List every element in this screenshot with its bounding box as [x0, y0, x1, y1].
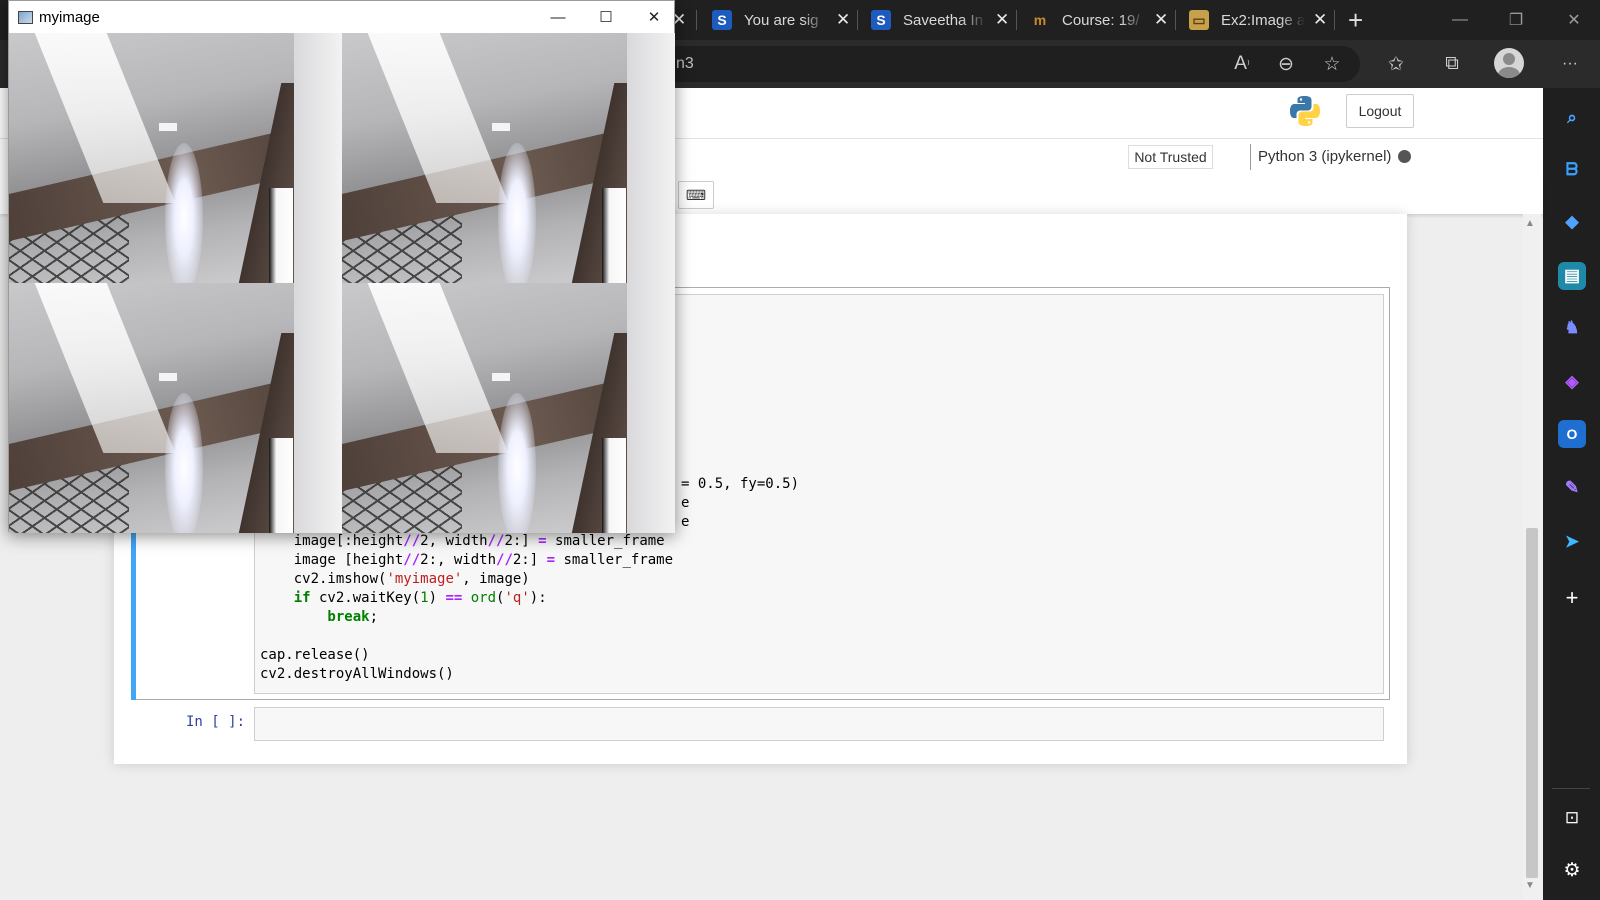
scrollbar-thumb[interactable]: [1526, 528, 1538, 878]
tab-favicon: m: [1033, 12, 1047, 28]
tab-saveetha[interactable]: S Saveetha In ✕: [871, 4, 1009, 36]
code-line: break;: [260, 609, 379, 625]
tab-favicon: ▭: [1189, 10, 1209, 30]
tab-title: Ex2:Image a: [1221, 11, 1305, 29]
office-icon[interactable]: ◈: [1558, 368, 1586, 396]
tools-icon[interactable]: ▤: [1558, 262, 1586, 290]
logout-button[interactable]: Logout: [1346, 94, 1414, 128]
add-favorite-icon[interactable]: ☆: [1316, 48, 1348, 80]
new-tab-button[interactable]: +: [1348, 4, 1363, 36]
python-logo-icon: [1290, 96, 1320, 126]
code-line: cv2.destroyAllWindows(): [260, 666, 454, 682]
search-icon[interactable]: ⌕: [1558, 104, 1586, 132]
collections-icon[interactable]: ⧉: [1436, 48, 1468, 80]
close-icon[interactable]: ✕: [631, 3, 677, 31]
tab-separator: [857, 10, 858, 30]
empty-code-cell[interactable]: [254, 707, 1384, 741]
kernel-status-icon: [1398, 150, 1411, 163]
tab-favicon: S: [871, 10, 891, 30]
tab-you-are-signed[interactable]: S You are sig ✕: [712, 4, 850, 36]
code-line: image [height//2:, width//2:] = smaller_…: [260, 552, 674, 568]
code-line: if cv2.waitKey(1) == ord('q'):: [260, 590, 547, 606]
send-icon[interactable]: ➤: [1558, 528, 1586, 556]
shopping-icon[interactable]: ◆: [1558, 208, 1586, 236]
designer-icon[interactable]: ✎: [1558, 474, 1586, 502]
read-aloud-icon[interactable]: A ⁾: [1226, 48, 1258, 80]
favorites-icon[interactable]: ✩: [1380, 48, 1412, 80]
close-icon[interactable]: ✕: [1554, 6, 1594, 34]
window-title-bar[interactable]: myimage — ☐ ✕: [9, 1, 674, 33]
camera-frame-bottom-left: [9, 283, 342, 533]
code-line: image[:height//2, width//2:] = smaller_f…: [260, 533, 665, 549]
minimize-icon[interactable]: —: [535, 3, 581, 31]
code-fragment: e: [681, 514, 690, 530]
minimize-icon[interactable]: —: [1440, 6, 1480, 34]
tab-ex2-image[interactable]: ▭ Ex2:Image a ✕: [1189, 4, 1327, 36]
close-icon[interactable]: ✕: [836, 10, 850, 30]
window-app-icon: [18, 11, 33, 24]
camera-frame-bottom-right: [342, 283, 675, 533]
camera-frame-top-right: [342, 33, 675, 283]
scroll-up-icon[interactable]: ▲: [1525, 218, 1535, 229]
code-line: cv2.imshow('myimage', image): [260, 571, 530, 587]
tab-separator: [696, 10, 697, 30]
code-fragment: e: [681, 495, 690, 511]
cell-selection-indicator: [131, 532, 136, 700]
keyboard-shortcuts-icon[interactable]: ⌨: [678, 181, 714, 209]
window-title: myimage: [39, 9, 100, 26]
tab-separator: [1175, 10, 1176, 30]
outlook-icon[interactable]: O: [1558, 420, 1586, 448]
code-line: cap.release(): [260, 647, 370, 663]
profile-icon[interactable]: [1494, 48, 1524, 78]
scroll-down-icon[interactable]: ▼: [1525, 880, 1535, 891]
tab-title: Course: 19/: [1062, 11, 1140, 29]
tab-course[interactable]: m Course: 19/ ✕: [1030, 4, 1168, 36]
close-icon[interactable]: ✕: [995, 10, 1009, 30]
tab-title: Saveetha In: [903, 11, 984, 29]
sidebar-divider: [1552, 788, 1590, 789]
zoom-out-icon[interactable]: ⊖: [1270, 48, 1302, 80]
games-icon[interactable]: ♞: [1558, 314, 1586, 342]
bing-icon[interactable]: ᗷ: [1558, 156, 1586, 184]
camera-frame-top-left: [9, 33, 342, 283]
kernel-name[interactable]: Python 3 (ipykernel): [1250, 144, 1391, 170]
code-line-resize: = 0.5, fy=0.5): [681, 476, 800, 492]
more-icon[interactable]: ···: [1554, 48, 1586, 80]
split-screen-icon[interactable]: ⊡: [1558, 804, 1586, 832]
add-icon[interactable]: +: [1558, 584, 1586, 612]
settings-icon[interactable]: ⚙: [1558, 856, 1586, 884]
maximize-icon[interactable]: ☐: [583, 3, 629, 31]
close-icon[interactable]: ✕: [1154, 10, 1168, 30]
close-icon[interactable]: ✕: [1313, 10, 1327, 30]
tab-separator: [1016, 10, 1017, 30]
tab-title: You are sig: [744, 11, 819, 29]
tab-separator: [1334, 10, 1335, 30]
trust-status-button[interactable]: Not Trusted: [1128, 145, 1213, 169]
opencv-image-window[interactable]: myimage — ☐ ✕: [8, 0, 675, 533]
restore-icon[interactable]: ❐: [1496, 6, 1536, 34]
address-text: n3: [676, 55, 694, 72]
input-prompt: In [ ]:: [186, 714, 246, 730]
tab-favicon: S: [712, 10, 732, 30]
